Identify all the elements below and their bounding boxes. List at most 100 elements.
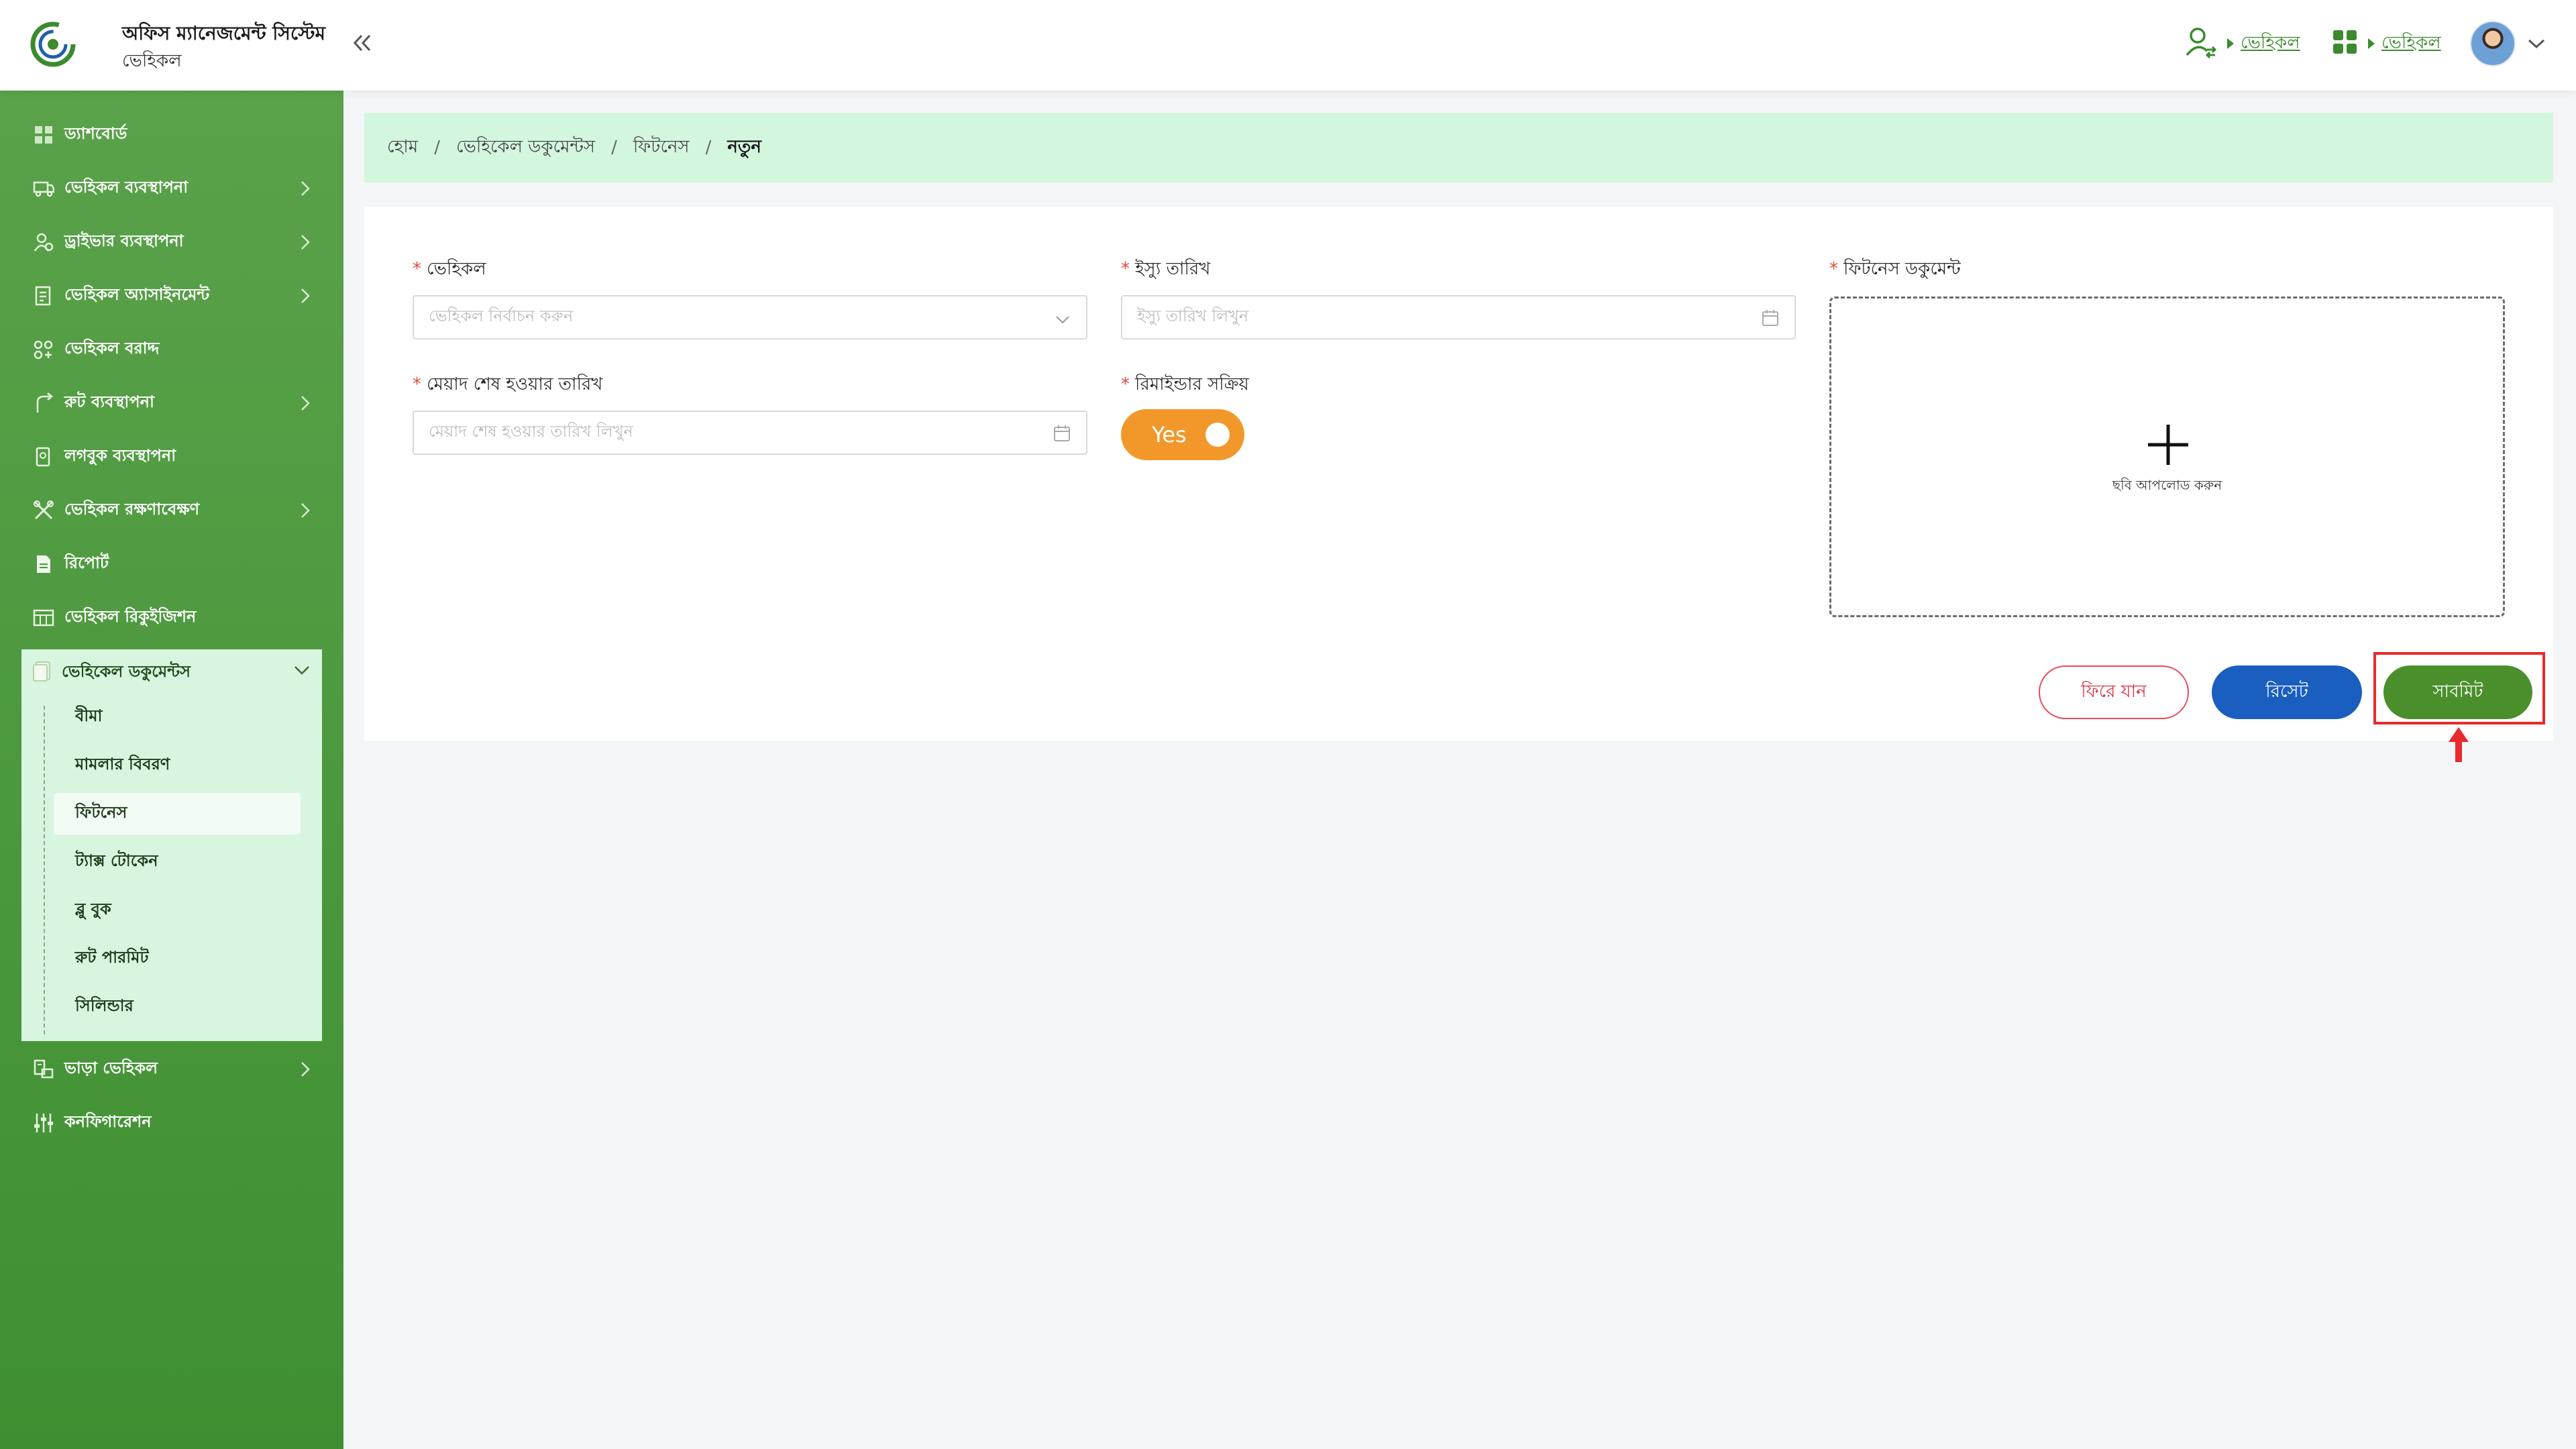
issue-date-input[interactable]: ইস্যু তারিখ লিখুন (1121, 295, 1796, 339)
reminder-label: * রিমাইন্ডার সক্রিয় (1121, 374, 1249, 394)
sidebar: ড্যাশবোর্ড ভেহিকল ব্যবস্থাপনা ড্রাইভার ব… (0, 91, 343, 1449)
apps-grid-icon (2332, 29, 2359, 58)
breadcrumb-current: নতুন (727, 137, 761, 157)
breadcrumb-separator: / (705, 138, 712, 158)
chevron-down-icon (1056, 316, 1069, 324)
sidebar-item-label: ভাড়া ভেহিকল (64, 1059, 158, 1077)
maintenance-icon (32, 499, 55, 522)
sidebar-item-rent-vehicle[interactable]: ভাড়া ভেহিকল (0, 1044, 343, 1095)
sidebar-subitem-cylinder[interactable]: সিলিন্ডার (54, 986, 301, 1028)
rent-vehicle-icon (32, 1058, 55, 1081)
driver-icon (32, 231, 55, 254)
sidebar-item-vehicle-maintenance[interactable]: ভেহিকল রক্ষণাবেক্ষণ (0, 485, 343, 536)
sidebar-item-label: ভেহিকল ব্যবস্থাপনা (64, 178, 189, 197)
calendar-icon (1762, 310, 1778, 326)
sidebar-item-label: রুট ব্যবস্থাপনা (64, 392, 154, 411)
sidebar-subitem-blue-book[interactable]: ব্লু বুক (54, 890, 301, 931)
app-title: অফিস ম্যানেজমেন্ট সিস্টেম (122, 22, 326, 44)
double-chevron-left-icon (353, 34, 371, 52)
header-link-vehicle-2[interactable]: ভেহিকল (2381, 29, 2441, 58)
breadcrumb-fitness[interactable]: ফিটনেস (633, 133, 690, 162)
sidebar-item-label: লগবুক ব্যবস্থাপনা (64, 446, 176, 465)
sidebar-item-label: ড্রাইভার ব্যবস্থাপনা (64, 231, 184, 250)
fitness-document-upload[interactable]: ছবি আপলোড করুন (1829, 297, 2505, 617)
chevron-right-icon (301, 288, 310, 303)
sidebar-item-label: ড্যাশবোর্ড (64, 124, 127, 143)
route-icon (32, 392, 55, 415)
sidebar-group-vehicle-documents: ভেহিকেল ডকুমেন্টস বীমা মামলার বিবরণ ফিটন… (21, 649, 322, 1041)
required-asterisk: * (1829, 259, 1838, 279)
sidebar-subitem-tax-token[interactable]: ট্যাক্স টোকেন (54, 841, 301, 883)
expiry-date-input[interactable]: মেয়াদ শেষ হওয়ার তারিখ লিখুন (413, 411, 1087, 455)
organization-logo[interactable] (30, 20, 95, 68)
fitness-form-card: * ভেহিকল ভেহিকল নির্বাচন করুন * ইস্যু তারি… (364, 207, 2553, 741)
sidebar-subitem-insurance[interactable]: বীমা (54, 696, 301, 738)
issue-date-label: * ইস্যু তারিখ (1121, 259, 1211, 279)
vehicle-select-placeholder: ভেহিকল নির্বাচন করুন (429, 307, 574, 325)
vehicle-select[interactable]: ভেহিকল নির্বাচন করুন (413, 295, 1087, 339)
logbook-icon (32, 445, 55, 468)
sidebar-item-label: রিপোর্ট (64, 553, 109, 572)
vehicle-icon (32, 177, 55, 200)
chevron-down-icon (294, 666, 309, 675)
upload-instruction: ছবি আপলোড করুন (2112, 477, 2222, 493)
sidebar-item-configuration[interactable]: কনফিগারেশন (0, 1097, 343, 1148)
sidebar-item-route-management[interactable]: রুট ব্যবস্থাপনা (0, 378, 343, 429)
calendar-icon (1054, 425, 1070, 441)
sidebar-item-vehicle-requisition[interactable]: ভেহিকল রিকুইজিশন (0, 592, 343, 643)
chevron-right-icon (301, 1062, 310, 1077)
submit-highlight-box (2373, 652, 2545, 724)
breadcrumb-separator: / (434, 138, 440, 158)
dashboard-icon (32, 123, 55, 146)
sidebar-item-vehicle-management[interactable]: ভেহিকল ব্যবস্থাপনা (0, 163, 343, 214)
reminder-toggle-label: Yes (1152, 422, 1187, 447)
header-user-switch[interactable]: ভেহিকল (2184, 20, 2300, 67)
back-button[interactable]: ফিরে যান (2039, 665, 2189, 719)
fitness-document-label: * ফিটনেস ডকুমেন্ট (1829, 259, 1961, 279)
chevron-right-icon (301, 503, 310, 518)
vehicle-label: * ভেহিকল (413, 259, 486, 279)
plus-icon (2148, 425, 2188, 465)
caret-right-icon (2368, 38, 2375, 49)
breadcrumb-home[interactable]: হোম (387, 133, 418, 162)
sidebar-item-vehicle-assignment[interactable]: ভেহিকল অ্যাসাইনমেন্ট (0, 270, 343, 321)
chevron-down-icon (2528, 39, 2545, 49)
sidebar-item-label: ভেহিকল রক্ষণাবেক্ষণ (64, 500, 200, 519)
expiry-date-label: * মেয়াদ শেষ হওয়ার তারিখ (413, 374, 603, 394)
user-menu[interactable] (2470, 20, 2546, 67)
documents-icon (32, 661, 52, 685)
sidebar-item-label: ভেহিকল বরাদ্দ (64, 339, 160, 358)
caret-right-icon (2227, 38, 2234, 49)
allocation-icon (32, 338, 55, 361)
arrow-up-icon (2449, 727, 2469, 762)
sidebar-item-label: ভেহিকল রিকুইজিশন (64, 607, 197, 626)
sidebar-item-dashboard[interactable]: ড্যাশবোর্ড (0, 109, 343, 160)
reminder-toggle[interactable]: Yes (1121, 409, 1244, 460)
sidebar-subitem-fitness[interactable]: ফিটনেস (54, 793, 301, 835)
sidebar-group-label: ভেহিকেল ডকুমেন্টস (62, 662, 191, 681)
sidebar-item-vehicle-allocation[interactable]: ভেহিকল বরাদ্দ (0, 324, 343, 375)
breadcrumb-vehicle-documents[interactable]: ভেহিকেল ডকুমেন্টস (456, 133, 595, 162)
report-icon (32, 553, 55, 576)
tree-guide-line (44, 706, 45, 1034)
sidebar-subitem-case-details[interactable]: মামলার বিবরণ (54, 745, 301, 786)
sidebar-item-report[interactable]: রিপোর্ট (0, 539, 343, 590)
sidebar-item-driver-management[interactable]: ড্রাইভার ব্যবস্থাপনা (0, 217, 343, 268)
issue-date-placeholder: ইস্যু তারিখ লিখুন (1137, 307, 1249, 325)
required-asterisk: * (413, 259, 421, 279)
sidebar-item-label: কনফিগারেশন (64, 1112, 152, 1131)
sidebar-subitem-route-permit[interactable]: রুট পারমিট (54, 938, 301, 979)
reset-button[interactable]: রিসেট (2212, 665, 2362, 719)
expiry-date-placeholder: মেয়াদ শেষ হওয়ার তারিখ লিখুন (429, 422, 633, 441)
requisition-icon (32, 606, 55, 629)
sidebar-item-logbook-management[interactable]: লগবুক ব্যবস্থাপনা (0, 431, 343, 482)
header-link-vehicle-1[interactable]: ভেহিকল (2241, 29, 2300, 58)
required-asterisk: * (1121, 374, 1130, 394)
user-switch-icon (2184, 25, 2218, 62)
header-apps[interactable]: ভেহিকল (2332, 20, 2441, 67)
avatar[interactable] (2470, 21, 2516, 66)
collapse-sidebar-button[interactable] (347, 28, 377, 58)
toggle-knob (1205, 423, 1230, 447)
sidebar-group-header[interactable]: ভেহিকেল ডকুমেন্টস (21, 649, 322, 696)
sidebar-item-label: ভেহিকল অ্যাসাইনমেন্ট (64, 285, 210, 304)
